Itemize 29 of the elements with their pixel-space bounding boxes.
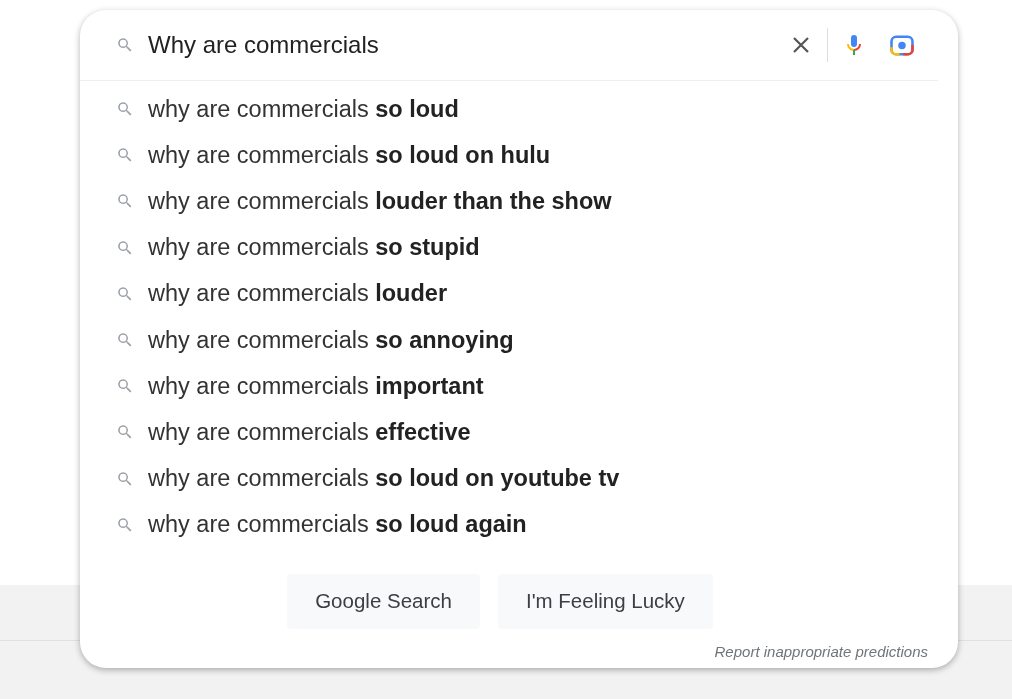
suggestion-item[interactable]: why are commercials so loud on hulu <box>80 132 958 179</box>
suggestion-item[interactable]: why are commercials so stupid <box>80 224 958 271</box>
suggestion-text: why are commercials so loud on hulu <box>148 141 551 169</box>
search-button[interactable]: Google Search <box>287 573 480 629</box>
report-link[interactable]: Report inappropriate predictions <box>714 642 928 660</box>
suggestion-item[interactable]: why are commercials so loud again <box>80 501 958 548</box>
search-icon <box>116 515 134 534</box>
suggestion-text: why are commercials effective <box>148 418 471 446</box>
search-icon <box>116 284 134 303</box>
suggestion-item[interactable]: why are commercials louder than the show <box>80 178 958 225</box>
suggestion-item[interactable]: why are commercials louder <box>80 270 958 317</box>
suggestion-text: why are commercials so loud again <box>148 511 527 539</box>
suggestion-text: why are commercials louder <box>148 280 448 308</box>
suggestion-item[interactable]: why are commercials so loud on youtube tv <box>80 455 958 502</box>
suggestion-item[interactable]: why are commercials so loud <box>80 86 958 133</box>
search-icon <box>116 36 134 54</box>
suggestion-text: why are commercials louder than the show <box>148 187 612 215</box>
suggestion-item[interactable]: why are commercials so annoying <box>80 316 958 364</box>
suggestion-text: why are commercials important <box>148 372 484 400</box>
suggestion-text: why are commercials so loud on youtube tv <box>148 465 620 493</box>
suggestion-text: why are commercials so annoying <box>148 326 514 354</box>
suggestion-text: why are commercials so loud <box>148 95 459 123</box>
suggestion-item[interactable]: why are commercials effective <box>80 409 958 456</box>
search-button[interactable]: I'm Feeling Lucky <box>497 573 713 629</box>
suggestion-text: why are commercials so stupid <box>148 234 480 262</box>
search-icon <box>116 238 134 257</box>
search-field[interactable]: Why are commercials <box>148 31 775 59</box>
suggestion-item[interactable]: why are commercials important <box>80 363 958 410</box>
search-icon <box>116 469 134 488</box>
